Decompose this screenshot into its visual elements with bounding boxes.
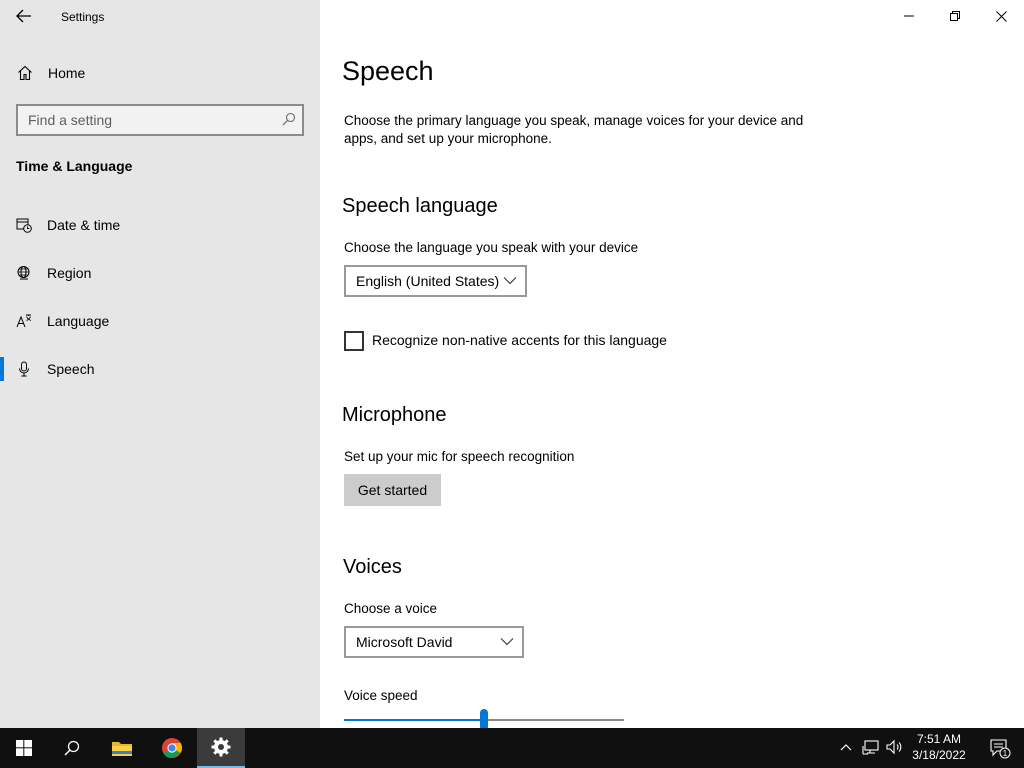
sidebar-item-label: Date & time (47, 217, 121, 233)
taskbar-search-button[interactable] (48, 728, 96, 768)
gear-icon (211, 737, 231, 757)
search-icon (282, 112, 296, 126)
chrome-button[interactable] (148, 728, 196, 768)
get-started-button[interactable]: Get started (344, 474, 441, 506)
chevron-down-icon (500, 638, 514, 646)
close-icon (995, 10, 1007, 22)
speech-language-label: Choose the language you speak with your … (344, 240, 639, 255)
sidebar-item-label: Speech (47, 361, 95, 377)
notification-count: 1 (1003, 749, 1008, 758)
chevron-down-icon (503, 277, 517, 285)
microphone-label: Set up your mic for speech recognition (344, 449, 575, 464)
back-button[interactable] (10, 4, 38, 28)
settings-sidebar: Settings Home Find a setting Time & Lang… (0, 0, 320, 728)
action-center-button[interactable]: 1 (976, 728, 1024, 768)
main-content: Speech Choose the primary language you s… (320, 0, 1024, 731)
sidebar-item-label: Home (48, 65, 86, 81)
restore-button[interactable] (932, 0, 978, 32)
sidebar-item-label: Language (47, 313, 110, 329)
taskbar: 7:51 AM 3/18/2022 1 (0, 728, 1024, 768)
clock-time: 7:51 AM (916, 732, 962, 746)
non-native-accents-label: Recognize non-native accents for this la… (372, 332, 667, 348)
language-icon (16, 314, 32, 328)
non-native-accents-checkbox[interactable] (344, 331, 364, 351)
sidebar-item-home[interactable]: Home (0, 58, 320, 88)
microphone-icon (19, 361, 29, 377)
voice-speed-label: Voice speed (344, 688, 418, 703)
settings-taskbar-button[interactable] (197, 728, 245, 768)
app-title: Settings (61, 10, 105, 24)
voice-dropdown[interactable]: Microsoft David (344, 626, 524, 658)
section-title: Time & Language (16, 158, 133, 174)
page-title: Speech (342, 56, 434, 86)
globe-icon (17, 266, 30, 280)
dropdown-value: Microsoft David (356, 634, 453, 650)
notification-icon: 1 (990, 739, 1011, 759)
search-icon (64, 740, 80, 756)
sidebar-item-region[interactable]: Region (0, 253, 320, 293)
chrome-icon (162, 738, 183, 759)
restore-icon (950, 11, 960, 21)
dropdown-value: English (United States) (356, 273, 500, 289)
sidebar-item-date-time[interactable]: Date & time (0, 205, 320, 245)
date-time-icon (16, 218, 32, 233)
search-placeholder: Find a setting (28, 112, 113, 128)
sidebar-item-language[interactable]: Language (0, 301, 320, 341)
file-explorer-button[interactable] (98, 728, 146, 768)
show-hidden-icons-icon[interactable] (840, 742, 852, 752)
sidebar-item-label: Region (47, 265, 92, 281)
speech-language-dropdown[interactable]: English (United States) (344, 265, 527, 297)
search-input[interactable]: Find a setting (16, 104, 304, 136)
clock[interactable]: 7:51 AM 3/18/2022 (904, 731, 974, 763)
folder-icon (112, 742, 132, 756)
choose-voice-label: Choose a voice (344, 601, 438, 616)
windows-logo-icon (16, 740, 32, 756)
volume-icon[interactable] (886, 738, 904, 756)
close-button[interactable] (978, 0, 1024, 32)
home-icon (18, 65, 32, 81)
microphone-heading: Microphone (342, 404, 447, 426)
minimize-button[interactable] (886, 0, 932, 32)
voice-speed-slider[interactable] (344, 709, 624, 731)
active-indicator (0, 357, 4, 381)
page-description: Choose the primary language you speak, m… (344, 113, 804, 146)
clock-date: 3/18/2022 (912, 748, 966, 762)
back-arrow-icon (16, 9, 31, 23)
voices-heading: Voices (343, 556, 402, 578)
slider-fill (344, 719, 484, 721)
minimize-icon (904, 15, 914, 17)
speech-language-heading: Speech language (342, 195, 498, 217)
start-button[interactable] (0, 728, 48, 768)
network-icon[interactable] (862, 738, 880, 756)
sidebar-item-speech[interactable]: Speech (0, 349, 320, 389)
